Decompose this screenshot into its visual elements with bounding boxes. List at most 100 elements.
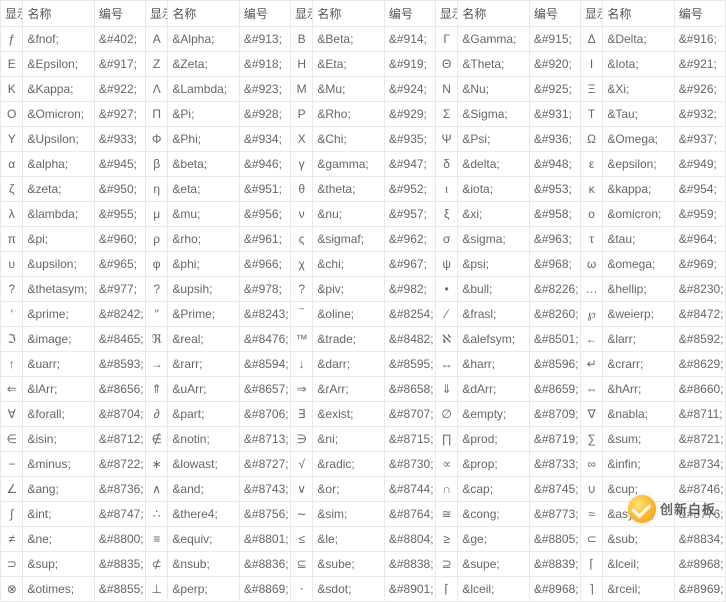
cell-code: &#935;	[384, 127, 435, 152]
cell-name: &supe;	[458, 552, 529, 577]
cell-code: &#919;	[384, 52, 435, 77]
cell-code: &#8260;	[529, 302, 580, 327]
cell-code: &#934;	[239, 127, 290, 152]
cell-display: ∞	[580, 452, 602, 477]
cell-code: &#917;	[94, 52, 145, 77]
cell-display: ∼	[290, 502, 312, 527]
cell-code: &#8629;	[674, 352, 725, 377]
cell-display: Ρ	[290, 102, 312, 127]
cell-name: &cup;	[603, 477, 674, 502]
cell-code: &#959;	[674, 202, 725, 227]
cell-display: ∈	[1, 427, 23, 452]
cell-name: &lceil;	[603, 552, 674, 577]
cell-display: ?	[1, 277, 23, 302]
entity-reference-table: 显示名称编号显示名称编号显示名称编号显示名称编号显示名称编号 ƒ&fnof;&#…	[0, 0, 726, 602]
cell-name: &Mu;	[313, 77, 384, 102]
cell-display: ƒ	[1, 27, 23, 52]
cell-display: ∠	[1, 477, 23, 502]
cell-name: &beta;	[168, 152, 239, 177]
cell-code: &#947;	[384, 152, 435, 177]
cell-name: &sube;	[313, 552, 384, 577]
cell-code: &#8501;	[529, 327, 580, 352]
cell-code: &#8805;	[529, 527, 580, 552]
cell-code: &#8756;	[239, 502, 290, 527]
cell-display: Ε	[1, 52, 23, 77]
cell-display: ⊄	[145, 552, 167, 577]
cell-name: &Tau;	[603, 102, 674, 127]
cell-name: &epsilon;	[603, 152, 674, 177]
cell-display: σ	[435, 227, 457, 252]
cell-name: &real;	[168, 327, 239, 352]
cell-code: &#8722;	[94, 452, 145, 477]
col-header-name: 名称	[458, 1, 529, 27]
cell-name: &eta;	[168, 177, 239, 202]
cell-code: &#8747;	[94, 502, 145, 527]
cell-code: &#964;	[674, 227, 725, 252]
cell-display: ∗	[145, 452, 167, 477]
cell-code: &#969;	[674, 252, 725, 277]
cell-code: &#978;	[239, 277, 290, 302]
cell-name: &prime;	[23, 302, 94, 327]
table-row: ≠&ne;&#8800;≡&equiv;&#8801;≤&le;&#8804;≥…	[1, 527, 726, 552]
cell-code: &#8660;	[674, 377, 725, 402]
cell-name: &Nu;	[458, 77, 529, 102]
cell-code: &#963;	[529, 227, 580, 252]
cell-code: &#920;	[529, 52, 580, 77]
cell-display: Π	[145, 102, 167, 127]
cell-name: &alpha;	[23, 152, 94, 177]
cell-code: &#8800;	[94, 527, 145, 552]
cell-display: Τ	[580, 102, 602, 127]
cell-code: &#8659;	[529, 377, 580, 402]
cell-name: &alefsym;	[458, 327, 529, 352]
col-header-code: 编号	[94, 1, 145, 27]
cell-code: &#8242;	[94, 302, 145, 327]
cell-name: &ang;	[23, 477, 94, 502]
cell-name: &image;	[23, 327, 94, 352]
cell-code: &#8243;	[239, 302, 290, 327]
cell-code: &#948;	[529, 152, 580, 177]
cell-name: &crarr;	[603, 352, 674, 377]
cell-name: &trade;	[313, 327, 384, 352]
cell-name: &le;	[313, 527, 384, 552]
cell-code: &#937;	[674, 127, 725, 152]
cell-code: &#8736;	[94, 477, 145, 502]
cell-display: ∧	[145, 477, 167, 502]
cell-code: &#932;	[674, 102, 725, 127]
cell-code: &#8730;	[384, 452, 435, 477]
cell-display: ∃	[290, 402, 312, 427]
cell-display: →	[145, 352, 167, 377]
cell-code: &#8746;	[674, 477, 725, 502]
cell-display: ℑ	[1, 327, 23, 352]
cell-display: ≅	[435, 502, 457, 527]
cell-name: &there4;	[168, 502, 239, 527]
cell-display: ⊂	[580, 527, 602, 552]
cell-name: &infin;	[603, 452, 674, 477]
cell-display: ⊗	[1, 577, 23, 602]
cell-code: &#954;	[674, 177, 725, 202]
cell-display: ≡	[145, 527, 167, 552]
cell-name: &Kappa;	[23, 77, 94, 102]
cell-code: &#953;	[529, 177, 580, 202]
cell-code: &#8968;	[674, 552, 725, 577]
cell-display: Ζ	[145, 52, 167, 77]
table-row: ↑&uarr;&#8593;→&rarr;&#8594;↓&darr;&#859…	[1, 352, 726, 377]
table-row: ⊃&sup;&#8835;⊄&nsub;&#8836;⊆&sube;&#8838…	[1, 552, 726, 577]
col-header-code: 编号	[239, 1, 290, 27]
cell-code: &#958;	[529, 202, 580, 227]
cell-name: &thetasym;	[23, 277, 94, 302]
cell-display: Μ	[290, 77, 312, 102]
cell-code: &#8901;	[384, 577, 435, 602]
cell-code: &#928;	[239, 102, 290, 127]
cell-display: ‾	[290, 302, 312, 327]
cell-name: &lambda;	[23, 202, 94, 227]
cell-display: ι	[435, 177, 457, 202]
cell-code: &#916;	[674, 27, 725, 52]
cell-code: &#8476;	[239, 327, 290, 352]
cell-display: ≥	[435, 527, 457, 552]
cell-name: &exist;	[313, 402, 384, 427]
table-row: α&alpha;&#945;β&beta;&#946;γ&gamma;&#947…	[1, 152, 726, 177]
cell-name: &dArr;	[458, 377, 529, 402]
cell-display: φ	[145, 252, 167, 277]
cell-display: ∋	[290, 427, 312, 452]
cell-code: &#8969;	[674, 577, 725, 602]
